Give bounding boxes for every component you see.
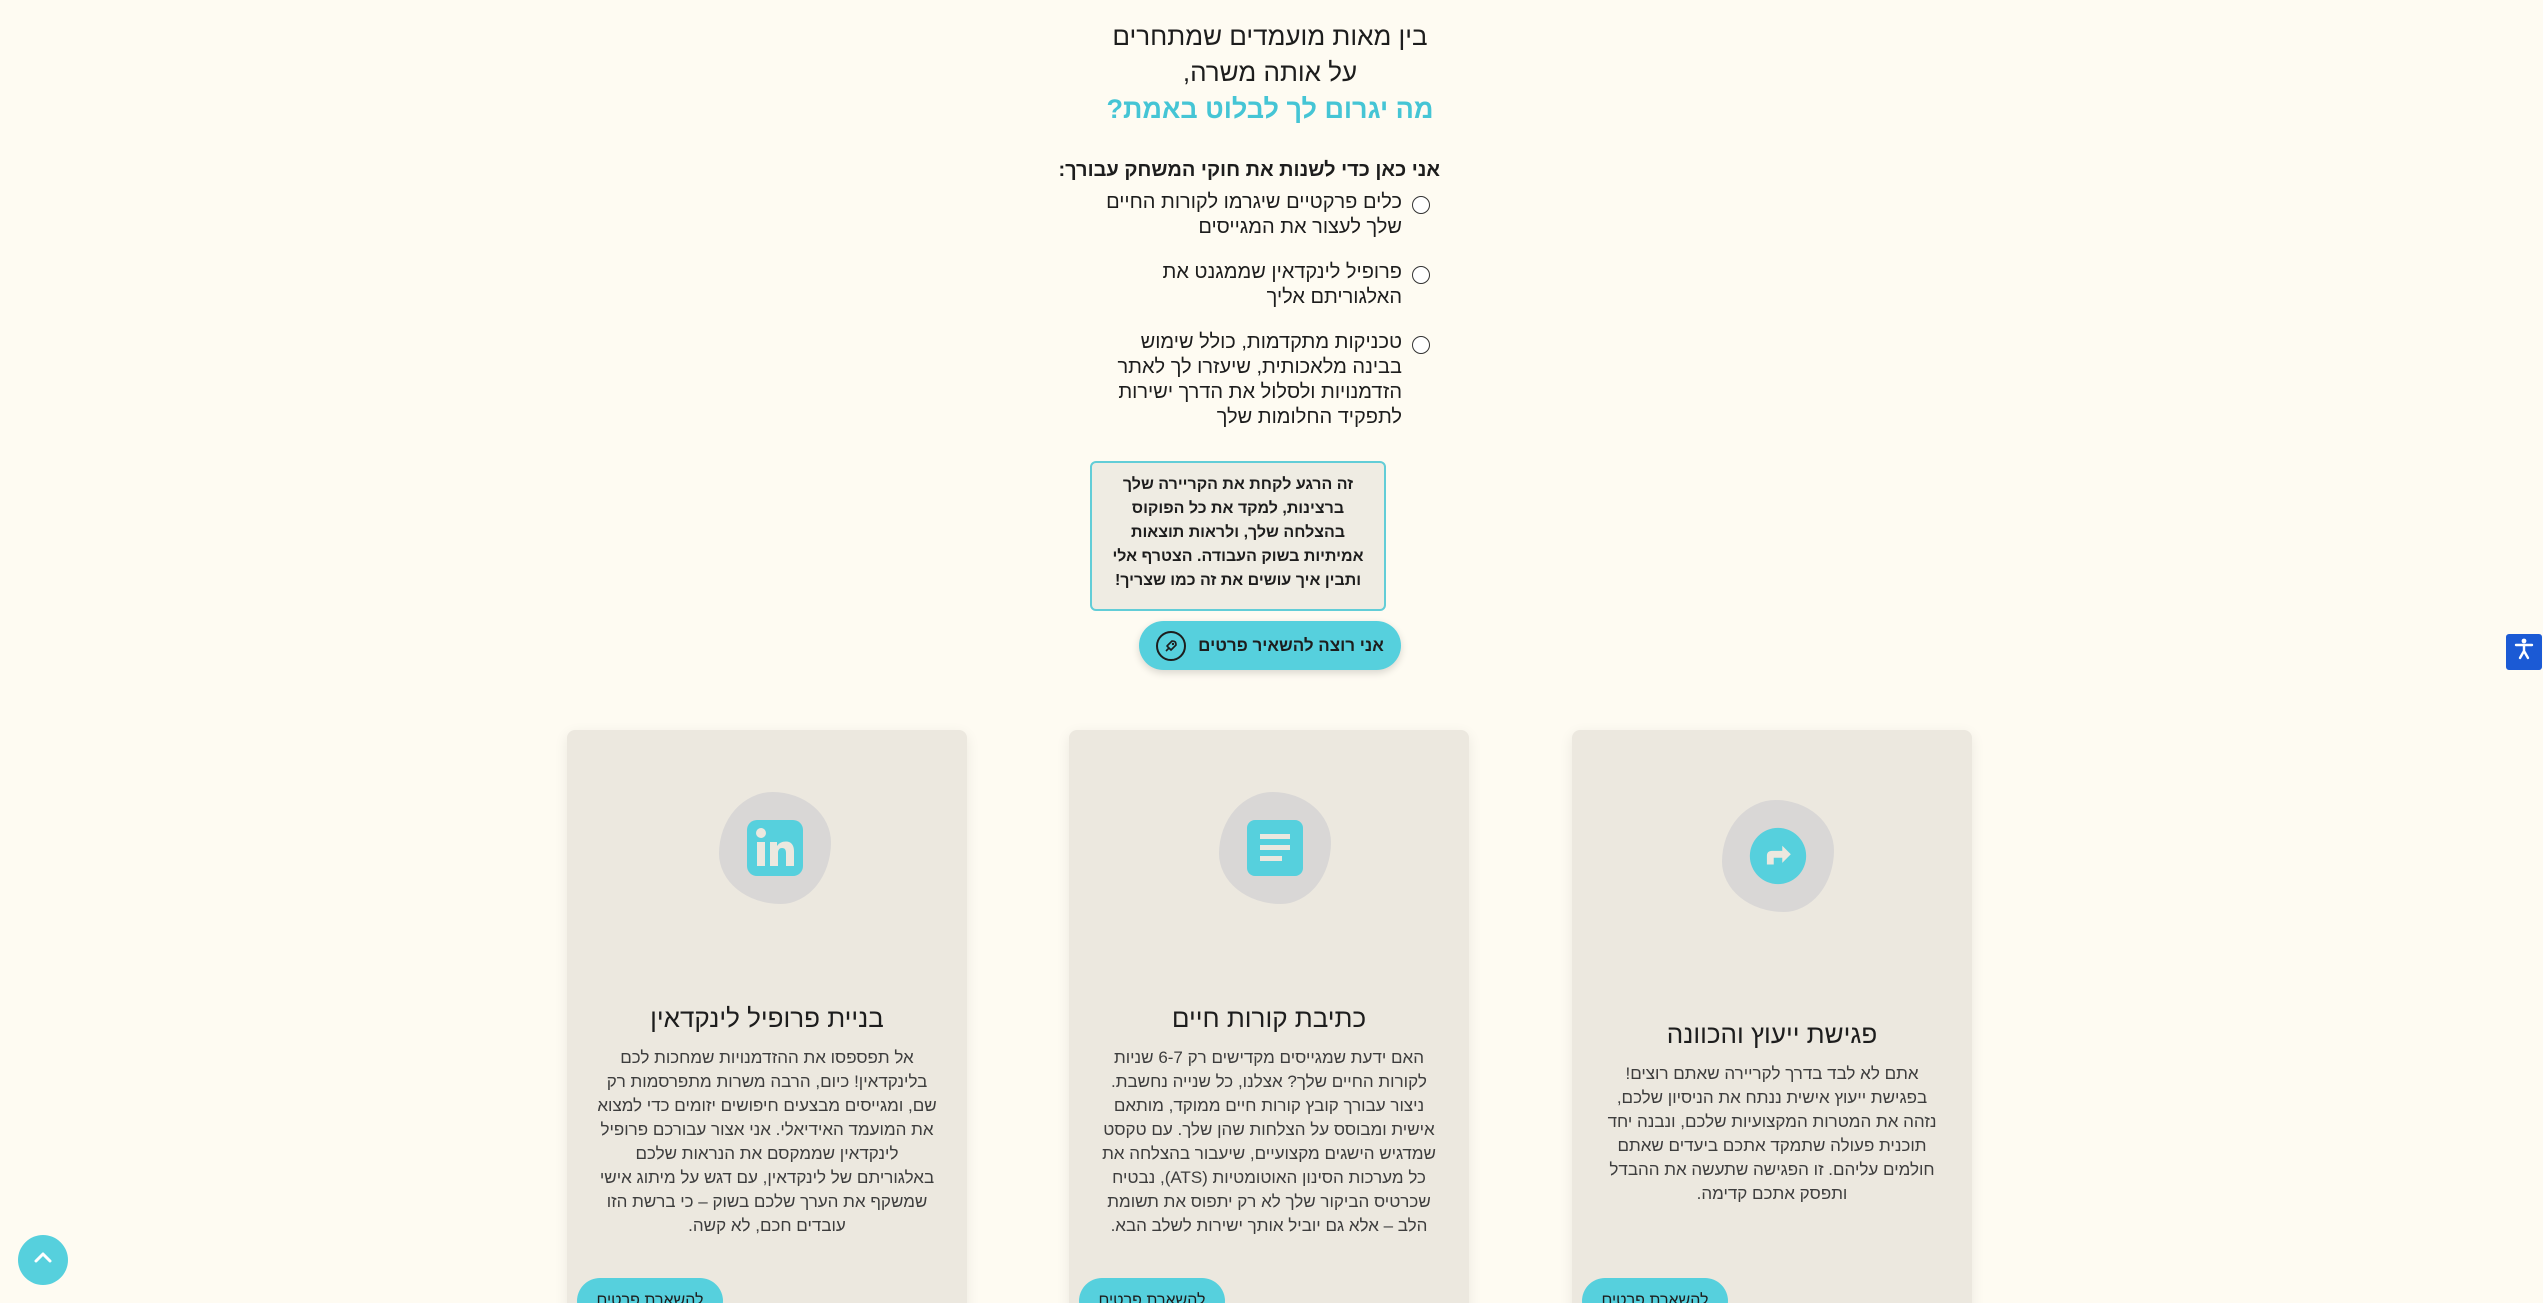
service-card-resume: כתיבת קורות חיים האם ידעת שמגייסים מקדיש… — [1069, 730, 1469, 1303]
card-title: בניית פרופיל לינקדאין — [650, 1003, 884, 1033]
leave-details-button[interactable]: אני רוצה להשאיר פרטים — [1139, 621, 1401, 670]
rocket-icon — [1156, 630, 1187, 661]
hero-line-2: על אותה משרה, — [1182, 57, 1358, 87]
option-label: כלים פרקטיים שיגרמו לקורות החיים שלך לעצ… — [1106, 191, 1402, 238]
radio-circle[interactable] — [1412, 266, 1430, 284]
document-icon — [1246, 819, 1304, 877]
radio-circle[interactable] — [1412, 196, 1430, 214]
service-card-linkedin: בניית פרופיל לינקדאין אל תפספסו את ההזדמ… — [567, 730, 967, 1303]
callout-box: זה הרגע לקחת את הקריירה שלך ברצינות, למק… — [1090, 461, 1386, 611]
hero-heading: בין מאות מועמדים שמתחרים על אותה משרה, מ… — [1020, 18, 1520, 128]
option-label: טכניקות מתקדמות, כולל שימוש בבינה מלאכות… — [1117, 331, 1402, 428]
card-leave-details-button[interactable]: להשארת פרטים — [1582, 1278, 1728, 1303]
radio-circle[interactable] — [1412, 336, 1430, 354]
icon-blob — [1722, 800, 1834, 912]
accessibility-icon — [2512, 637, 2536, 667]
card-body: האם ידעת שמגייסים מקדישים רק 6-7 שניות ל… — [1102, 1048, 1436, 1235]
option-item[interactable]: כלים פרקטיים שיגרמו לקורות החיים שלך לעצ… — [1090, 190, 1430, 240]
service-card-consulting: פגישת ייעוץ והכוונה אתם לא לבד בדרך לקרי… — [1572, 730, 1972, 1303]
card-leave-details-button[interactable]: להשארת פרטים — [577, 1278, 723, 1303]
chevron-up-icon — [31, 1246, 55, 1275]
card-leave-details-button[interactable]: להשארת פרטים — [1079, 1278, 1225, 1303]
back-to-top-button[interactable] — [18, 1235, 68, 1285]
icon-blob — [719, 792, 831, 904]
icon-blob — [1219, 792, 1331, 904]
linkedin-icon — [746, 819, 804, 877]
hero-line-3: מה יגרום לך לבלוט באמת? — [1106, 94, 1434, 124]
option-item[interactable]: טכניקות מתקדמות, כולל שימוש בבינה מלאכות… — [1090, 330, 1430, 430]
card-title: פגישת ייעוץ והכוונה — [1666, 1019, 1878, 1049]
card-body: אתם לא לבד בדרך לקריירה שאתם רוצים! בפגי… — [1607, 1064, 1937, 1203]
accessibility-button[interactable] — [2506, 634, 2542, 670]
card-body: אל תפספסו את ההזדמנויות שמחכות לכם בלינק… — [597, 1048, 937, 1235]
cta-label: אני רוצה להשאיר פרטים — [1198, 635, 1384, 655]
option-item[interactable]: פרופיל לינקדאין שממגנט את האלגוריתם אליך — [1090, 260, 1430, 310]
direction-sign-icon — [1749, 827, 1807, 885]
intro-text: אני כאן כדי לשנות את חוקי המשחק עבורך: — [1058, 159, 1440, 181]
option-label: פרופיל לינקדאין שממגנט את האלגוריתם אליך — [1162, 261, 1403, 308]
card-title: כתיבת קורות חיים — [1171, 1003, 1367, 1033]
options-list: כלים פרקטיים שיגרמו לקורות החיים שלך לעצ… — [1090, 190, 1430, 450]
hero-line-1: בין מאות מועמדים שמתחרים — [1112, 21, 1428, 51]
page: בין מאות מועמדים שמתחרים על אותה משרה, מ… — [0, 0, 2543, 1303]
